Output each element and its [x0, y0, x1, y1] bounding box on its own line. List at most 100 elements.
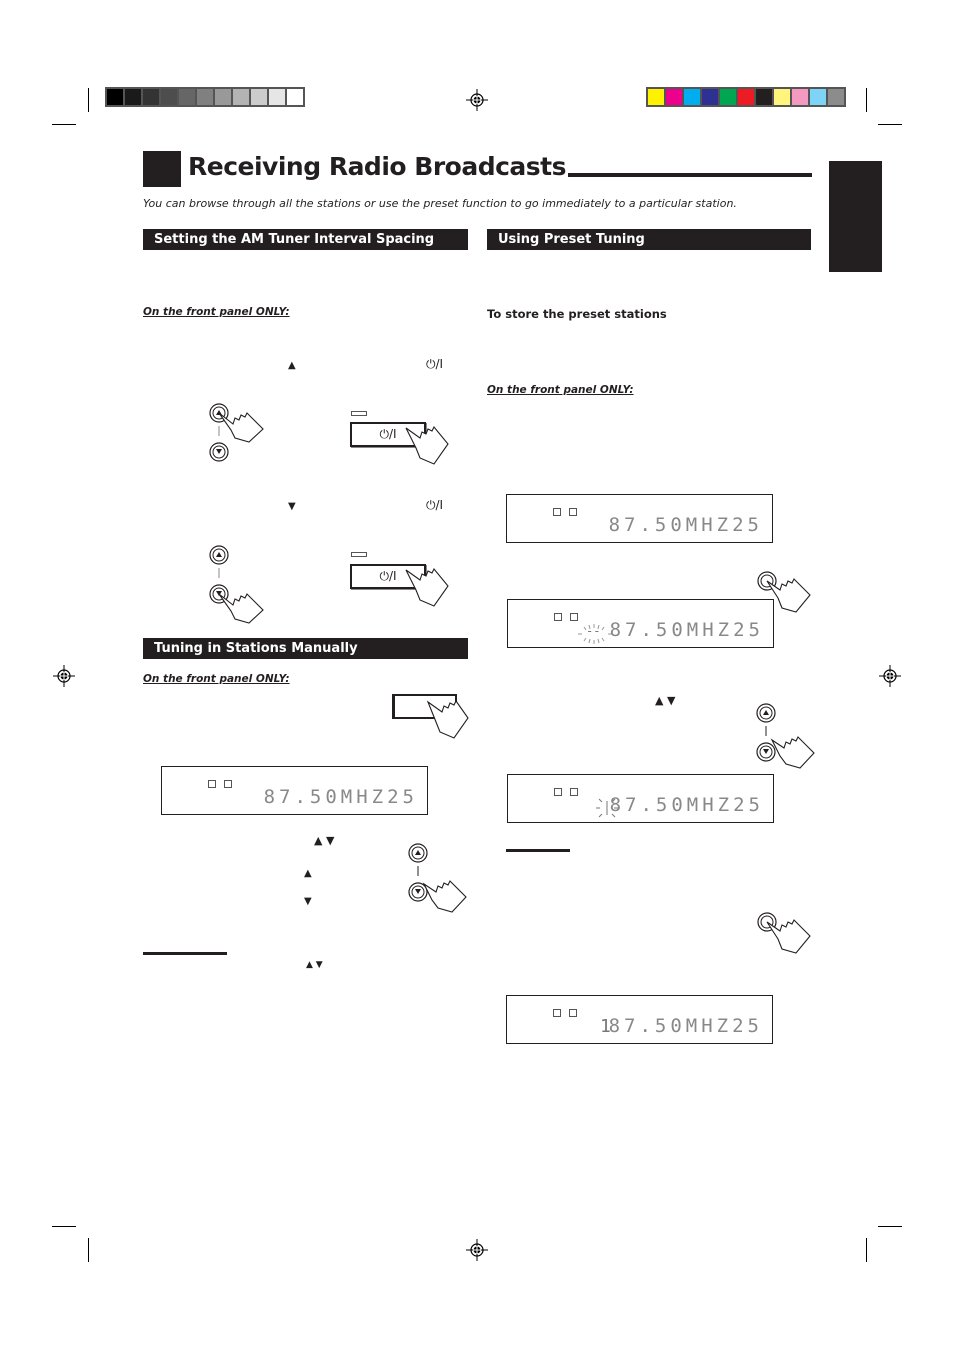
color-swatch	[828, 89, 844, 105]
power-symbol-icon: ⏻/I	[426, 498, 444, 512]
pointing-hand-icon	[218, 593, 264, 624]
color-swatch	[287, 89, 303, 105]
down-arrow-icon: ▼	[288, 501, 296, 512]
display-panel: 1 87.50MHZ25	[506, 995, 773, 1044]
color-swatch	[720, 89, 736, 105]
color-swatch	[684, 89, 700, 105]
indicator-icon	[570, 788, 578, 796]
section-heading-am-interval: Setting the AM Tuner Interval Spacing	[143, 229, 468, 250]
frequency-readout: 87.50MHZ25	[263, 786, 418, 808]
up-down-arrows: ▲ ▼	[314, 834, 335, 847]
crop-mark	[878, 1226, 902, 1227]
crop-mark	[88, 1238, 89, 1262]
crop-mark	[88, 88, 89, 112]
memory-button-figure	[757, 912, 811, 954]
note-rule	[506, 849, 570, 852]
frequency-readout: 87.50MHZ25	[608, 514, 763, 536]
crop-mark	[878, 124, 902, 125]
color-swatch	[702, 89, 718, 105]
frequency-readout: 87.50MHZ25	[609, 794, 764, 816]
pointing-hand-icon	[218, 412, 264, 443]
front-panel-note: On the front panel ONLY:	[143, 673, 290, 685]
preset-number: --	[586, 624, 601, 638]
section-heading-manual-tuning: Tuning in Stations Manually	[143, 638, 468, 659]
crop-mark	[866, 1238, 867, 1262]
indicator-icon	[208, 780, 216, 788]
registration-mark-icon	[879, 665, 901, 687]
front-panel-note: On the front panel ONLY:	[143, 306, 290, 318]
down-button-icon	[209, 442, 229, 462]
pointing-hand-icon	[405, 567, 449, 607]
up-down-arrows: ▲ ▼	[306, 960, 323, 970]
color-swatch	[161, 89, 177, 105]
frequency-readout: 87.50MHZ25	[608, 1015, 763, 1037]
color-swatch	[648, 89, 664, 105]
crop-mark	[52, 1226, 76, 1227]
display-panel: 87.50MHZ25	[161, 766, 428, 815]
tuning-buttons-figure	[756, 703, 815, 769]
color-swatch	[738, 89, 754, 105]
crop-mark	[866, 88, 867, 112]
up-arrow-icon: ▲	[288, 360, 296, 371]
color-swatch	[233, 89, 249, 105]
down-arrow-icon: ▼	[304, 896, 312, 907]
pointing-hand-icon	[405, 425, 449, 465]
indicator-icon	[554, 788, 562, 796]
tuning-buttons-figure	[408, 843, 467, 913]
intro-text: You can browse through all the stations …	[143, 197, 737, 210]
title-rule	[568, 173, 812, 177]
standby-indicator	[351, 411, 367, 416]
color-swatch	[107, 89, 123, 105]
down-button-icon	[756, 742, 776, 762]
display-panel: 87.50MHZ25	[507, 774, 774, 823]
page-title: Receiving Radio Broadcasts	[188, 152, 567, 181]
color-swatch	[125, 89, 141, 105]
front-panel-note: On the front panel ONLY:	[487, 384, 634, 396]
color-swatch	[143, 89, 159, 105]
display-panel: -- 87.50MHZ25	[507, 599, 774, 648]
power-symbol-icon: ⏻/I	[426, 357, 444, 371]
frequency-readout: 87.50MHZ25	[609, 619, 764, 641]
color-swatch	[666, 89, 682, 105]
indicator-icon	[569, 1009, 577, 1017]
indicator-icon	[553, 1009, 561, 1017]
color-swatch	[792, 89, 808, 105]
up-arrow-icon: ▲	[304, 868, 312, 879]
note-rule	[143, 952, 227, 955]
display-panel: 87.50MHZ25	[506, 494, 773, 543]
up-button-icon	[756, 703, 776, 723]
section-heading-preset-tuning: Using Preset Tuning	[487, 229, 811, 250]
color-swatch-bar	[646, 87, 846, 107]
pointing-hand-icon	[422, 880, 467, 913]
crop-mark	[52, 124, 76, 125]
registration-mark-icon	[53, 665, 75, 687]
tuning-buttons-figure	[209, 403, 264, 462]
grayscale-swatch-bar	[105, 87, 305, 107]
registration-mark-icon	[466, 1239, 488, 1261]
title-block-marker	[143, 151, 181, 187]
color-swatch	[756, 89, 772, 105]
indicator-icon	[224, 780, 232, 788]
pointing-hand-icon	[426, 699, 469, 739]
subheading-store-presets: To store the preset stations	[487, 307, 667, 321]
indicator-icon	[569, 508, 577, 516]
tuning-buttons-figure	[209, 545, 264, 624]
color-swatch	[197, 89, 213, 105]
color-swatch	[269, 89, 285, 105]
language-tab	[829, 161, 882, 272]
color-swatch	[215, 89, 231, 105]
indicator-icon	[554, 613, 562, 621]
pointing-hand-icon	[766, 919, 811, 954]
up-down-arrows: ▲ ▼	[655, 694, 676, 707]
color-swatch	[774, 89, 790, 105]
up-button-icon	[209, 545, 229, 565]
registration-mark-icon	[466, 89, 488, 111]
color-swatch	[810, 89, 826, 105]
color-swatch	[251, 89, 267, 105]
indicator-icon	[553, 508, 561, 516]
pointing-hand-icon	[770, 736, 815, 769]
color-swatch	[179, 89, 195, 105]
up-button-icon	[408, 843, 428, 863]
indicator-icon	[570, 613, 578, 621]
standby-indicator	[351, 552, 367, 557]
